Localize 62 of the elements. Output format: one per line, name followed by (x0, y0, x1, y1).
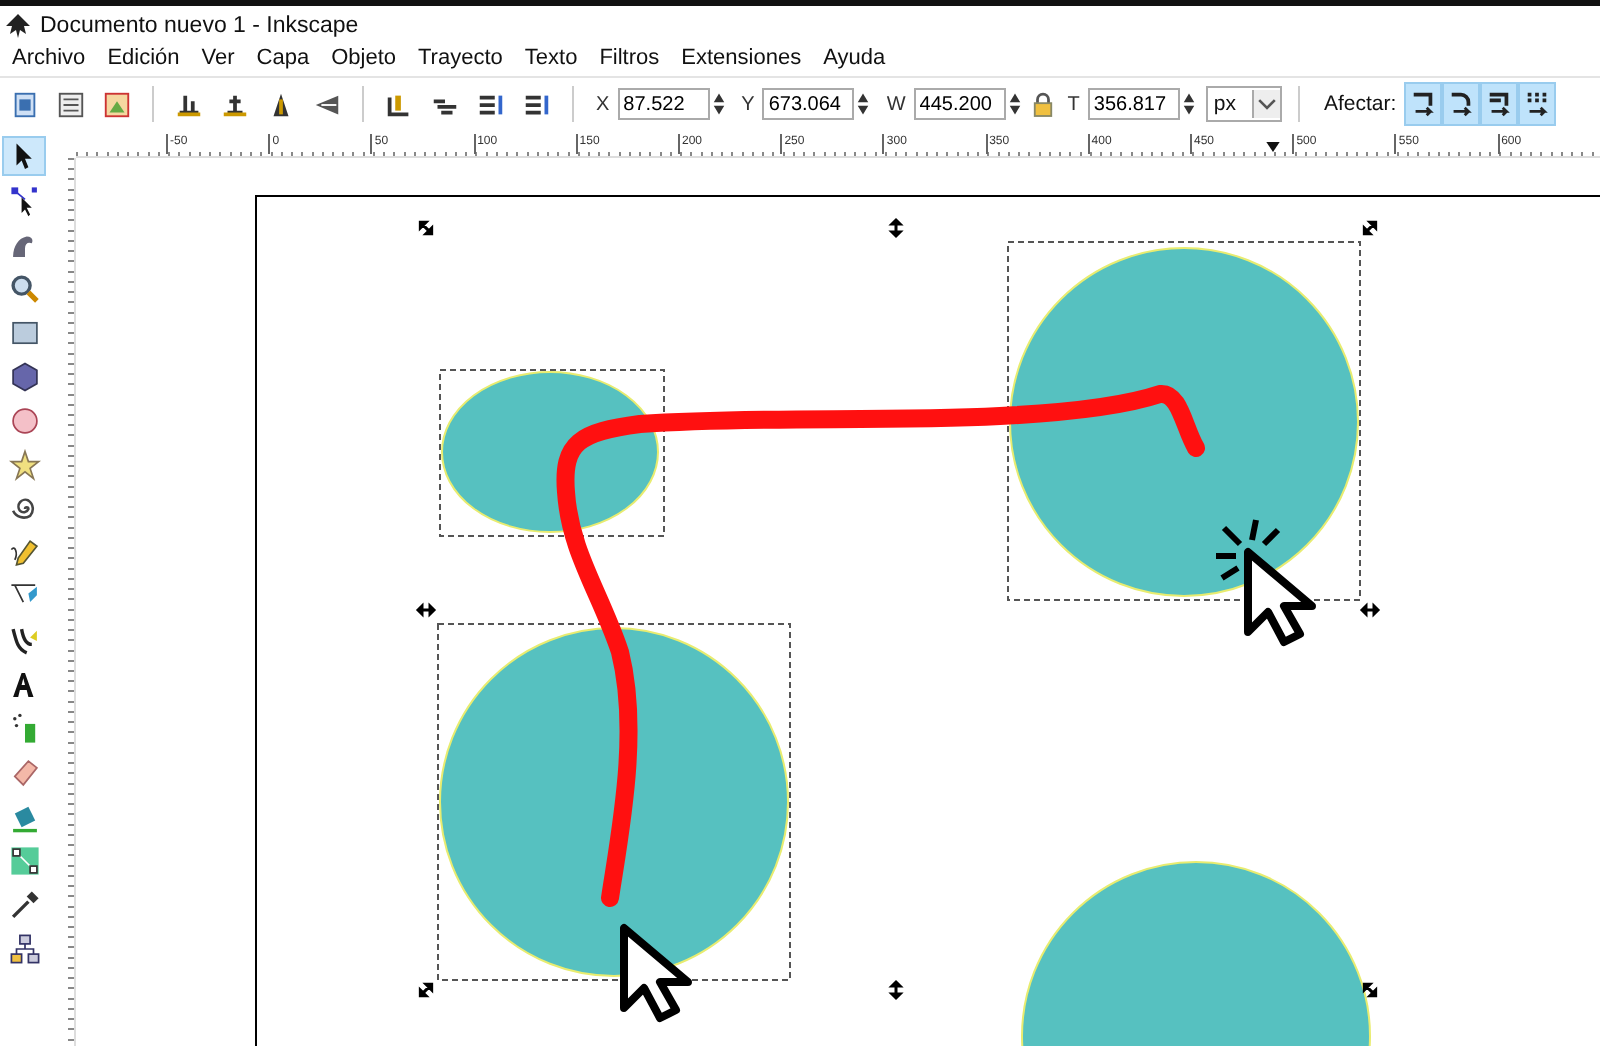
unit-dropdown[interactable]: px (1205, 86, 1282, 122)
affect-toggle-button[interactable] (1480, 82, 1519, 126)
affect-toggle-button[interactable] (1518, 82, 1557, 126)
connector-tool-icon (7, 931, 41, 965)
node-tool-icon (7, 183, 41, 217)
field-label: T (1067, 93, 1080, 115)
menu-item[interactable]: Edición (107, 46, 180, 70)
pencil-icon (7, 535, 41, 569)
image-icon[interactable] (102, 89, 132, 119)
spin-arrows-icon[interactable] (1181, 90, 1196, 118)
gradient-tool-icon (7, 843, 41, 877)
scale-handle-icon[interactable] (890, 980, 904, 1000)
transform-arrow-icon (1410, 88, 1437, 120)
scale-handle-icon[interactable] (890, 218, 904, 238)
zoom-icon (7, 271, 41, 305)
spin-arrows-icon[interactable] (711, 90, 726, 118)
mouse-pointer-icon (620, 924, 692, 1022)
field-label: X (596, 93, 610, 115)
menu-item[interactable]: Texto (524, 46, 578, 70)
transform-arrow-icon (1486, 88, 1513, 120)
menu-item[interactable]: Capa (256, 46, 310, 70)
pointer-marker-icon (1266, 142, 1280, 152)
menu-item[interactable]: Trayecto (418, 46, 503, 70)
eyedropper-icon (7, 887, 41, 921)
field-label: W (886, 93, 906, 115)
menu-item[interactable]: Objeto (331, 46, 396, 70)
calligraphy-icon (7, 623, 41, 657)
menu-item[interactable]: Extensiones (681, 46, 802, 70)
menu-item[interactable]: Archivo (12, 46, 86, 70)
lock-icon[interactable] (1031, 91, 1054, 117)
number-field[interactable]: 87.522 (617, 88, 710, 120)
scale-handle-icon[interactable] (418, 982, 434, 998)
box-tool-icon (7, 359, 41, 393)
transform-arrow-icon (1524, 88, 1551, 120)
window-title: Documento nuevo 1 - Inkscape (40, 13, 359, 37)
new-document-icon[interactable] (10, 89, 40, 119)
menu-item[interactable]: Ayuda (823, 46, 886, 70)
caret-icon (1252, 90, 1280, 118)
spin-arrows-icon[interactable] (856, 90, 871, 118)
number-field[interactable]: 445.200 (913, 88, 1006, 120)
app-logo-icon (6, 13, 30, 37)
mouse-pointer-icon (1213, 517, 1316, 646)
menu-item[interactable]: Filtros (599, 46, 660, 70)
tool-button[interactable] (2, 136, 46, 176)
document-properties-icon[interactable] (56, 89, 86, 119)
transform-arrow-icon (1448, 88, 1475, 120)
scale-handle-icon[interactable] (1362, 220, 1378, 236)
scale-handle-icon[interactable] (1360, 602, 1380, 616)
affect-toggle-button[interactable] (1404, 82, 1443, 126)
scale-handle-icon[interactable] (418, 220, 434, 236)
menu-item[interactable]: Ver (201, 46, 235, 70)
affect-toggle-button[interactable] (1442, 82, 1481, 126)
scale-handle-icon[interactable] (416, 602, 436, 616)
number-field[interactable]: 356.817 (1087, 88, 1180, 120)
affect-label: Afectar: (1324, 92, 1397, 116)
number-field[interactable]: 673.064 (762, 88, 855, 120)
star-tool-icon (7, 447, 41, 481)
field-label: Y (741, 93, 755, 115)
spin-arrows-icon[interactable] (1007, 90, 1022, 118)
scale-handle-icon[interactable] (1362, 982, 1378, 998)
spray-tool-icon (7, 711, 41, 745)
circle-tool-icon (7, 403, 41, 437)
